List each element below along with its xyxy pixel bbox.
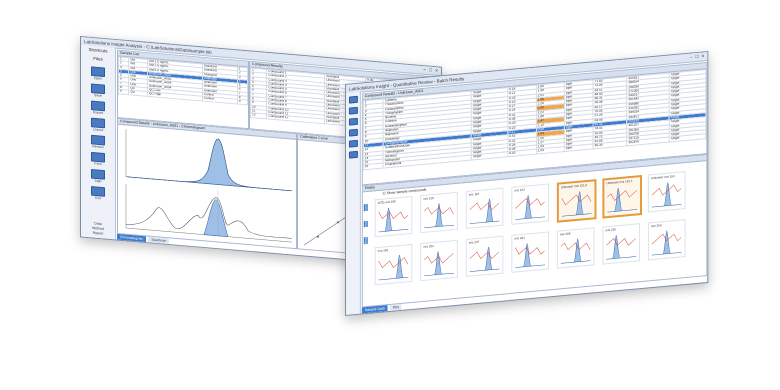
peak-shape bbox=[561, 191, 592, 217]
rail-button-icon[interactable] bbox=[348, 139, 358, 148]
peak-thumbnail-plot bbox=[469, 198, 500, 224]
peak-thumbnail-plot bbox=[651, 182, 682, 208]
rail-button-icon[interactable] bbox=[348, 128, 358, 137]
peak-thumbnail[interactable]: Unknown m/z 181.1 bbox=[602, 175, 642, 219]
peak-shape bbox=[560, 238, 591, 264]
peak-thumbnail[interactable]: m/z 260 bbox=[647, 219, 686, 261]
peak-thumbnail-plot bbox=[378, 254, 409, 281]
ion-ratio-trace bbox=[560, 242, 591, 251]
close-icon[interactable]: × bbox=[701, 53, 704, 59]
rail-button-icon[interactable] bbox=[348, 95, 358, 104]
back-shortcut-rail: Shortcuts Files Open Save Export Layout Revi… bbox=[81, 44, 116, 240]
rail-button-icon[interactable] bbox=[348, 117, 358, 126]
checkbox-icon[interactable]: ☑ bbox=[383, 191, 386, 195]
rail-button-label: Open bbox=[93, 76, 103, 81]
peak-thumbnail[interactable]: m/z 138 bbox=[420, 191, 458, 234]
peak-shape bbox=[469, 198, 500, 224]
ion-ratio-trace bbox=[607, 190, 637, 201]
rail-button-label: Print bbox=[94, 161, 102, 167]
peak-thumbnail[interactable]: m/z 265 bbox=[374, 243, 413, 286]
peak-shape bbox=[651, 182, 682, 208]
chromatogram-svg bbox=[125, 129, 293, 243]
peak-thumbnail[interactable]: m/z 291 bbox=[511, 231, 549, 273]
ion-ratio-trace bbox=[378, 257, 409, 269]
rail-button-label: Layout bbox=[92, 127, 104, 133]
peak-shape bbox=[515, 195, 545, 220]
ion-ratio-trace bbox=[561, 194, 592, 206]
peak-thumbnail-plot bbox=[560, 238, 591, 264]
peak-thumbnail-plot bbox=[469, 246, 500, 272]
minimize-icon[interactable]: – bbox=[423, 67, 426, 73]
rail-button-label: Export bbox=[92, 110, 104, 115]
ion-ratio-trace bbox=[469, 202, 500, 211]
peak-shape bbox=[424, 203, 454, 229]
peak-thumbnail[interactable]: ISTD m/z 195 bbox=[374, 195, 413, 238]
table-cell: 9 bbox=[237, 99, 248, 105]
tab-chromatogram[interactable]: Chromatogram bbox=[117, 233, 147, 243]
peak-thumbnail[interactable]: m/z 268 bbox=[556, 227, 595, 269]
peak-thumbnail-plot bbox=[651, 230, 682, 256]
peak-thumbnail-plot bbox=[378, 207, 409, 233]
peak-thumbnail[interactable]: Unknown m/z 151.0 bbox=[556, 179, 597, 223]
peak-thumbnail-plot bbox=[515, 195, 545, 220]
rail-button-label: Save bbox=[94, 93, 102, 98]
ion-ratio-trace bbox=[378, 211, 409, 220]
sample-list-grid: Sample List 1 Std Std 1.0 ng/mL Standard 1 2 S… bbox=[117, 49, 249, 130]
peak-thumbnail[interactable]: Unknown m/z 163 bbox=[647, 171, 686, 213]
rail-button-label: Sign bbox=[94, 178, 102, 184]
tab-spectrum[interactable]: Spectrum bbox=[148, 236, 170, 245]
close-icon[interactable]: × bbox=[435, 68, 438, 74]
rail-button-label: Exit bbox=[95, 195, 101, 201]
cal-point bbox=[317, 235, 319, 238]
peak-thumbnail-plot bbox=[606, 235, 637, 260]
ion-ratio-trace bbox=[515, 247, 545, 255]
peak-thumbnail[interactable]: m/z 253 bbox=[420, 239, 458, 282]
peak-shape bbox=[378, 207, 409, 233]
table-cell: QC bbox=[128, 90, 148, 97]
side-label[interactable]: Area bbox=[363, 220, 368, 228]
peak-shape bbox=[515, 243, 545, 268]
ion-ratio-trace bbox=[469, 251, 500, 260]
rail-button-icon[interactable] bbox=[348, 106, 358, 115]
peak-shape bbox=[607, 187, 638, 213]
peak-thumbnail-plot bbox=[561, 191, 592, 217]
peak-thumbnail[interactable]: m/z 152 bbox=[511, 183, 549, 225]
side-label[interactable]: Conc bbox=[363, 203, 368, 212]
chromatogram-pane: Compound Details - Unknown_A001 - Chroma… bbox=[117, 117, 297, 250]
maximize-icon[interactable]: □ bbox=[429, 68, 432, 74]
minimize-icon[interactable]: – bbox=[690, 54, 693, 60]
peak-shape bbox=[424, 251, 454, 277]
front-shortcut-rail bbox=[345, 91, 361, 315]
peak-thumbnail-plot bbox=[424, 251, 454, 277]
side-label[interactable]: Resp bbox=[363, 237, 368, 245]
rail-button-label: Review bbox=[92, 144, 104, 150]
main-peak bbox=[126, 138, 292, 192]
peak-thumbnail[interactable]: m/z 237 bbox=[465, 235, 504, 278]
peak-shape bbox=[651, 230, 682, 256]
rail-subheader: Files bbox=[93, 56, 103, 62]
ion-ratio-trace bbox=[606, 238, 636, 246]
peak-shape bbox=[606, 235, 637, 260]
peak-thumbnail-plot bbox=[515, 243, 545, 268]
peak-thumbnail[interactable]: m/z 110 bbox=[465, 187, 504, 230]
tab-plot[interactable]: Plot bbox=[389, 303, 402, 311]
peak-shape bbox=[469, 246, 500, 272]
front-window: LabSolutions Insight - Quantitative Revi… bbox=[345, 50, 709, 316]
peak-thumbnail-plot bbox=[424, 203, 454, 229]
maximize-icon[interactable]: □ bbox=[696, 54, 699, 60]
peak-thumbnail[interactable]: m/z 226 bbox=[602, 223, 641, 265]
peak-thumbnail-plot bbox=[607, 187, 638, 213]
table-cell: 9 bbox=[118, 89, 129, 95]
table-cell: 12 bbox=[250, 112, 267, 119]
rail-button-icon[interactable] bbox=[348, 150, 358, 159]
tab-sample-data[interactable]: Sample Data bbox=[361, 305, 388, 314]
